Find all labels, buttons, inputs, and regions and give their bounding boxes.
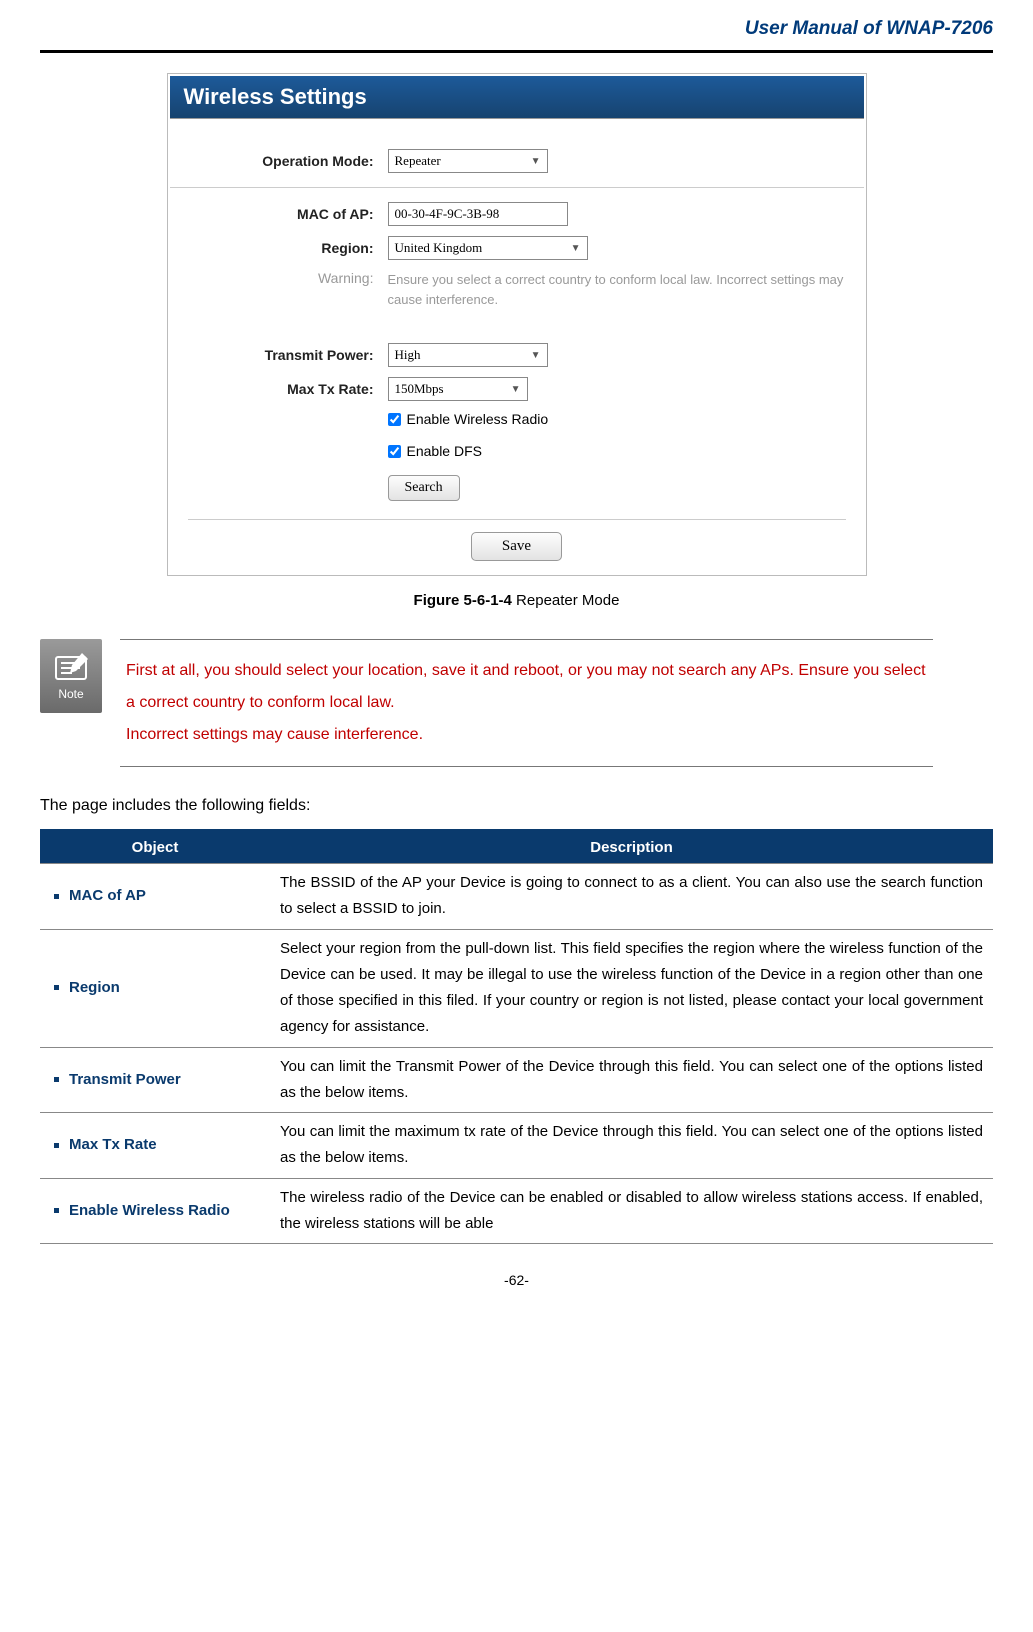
operation-mode-select[interactable]: Repeater ▼ — [388, 149, 548, 173]
note-line-2: Incorrect settings may cause interferenc… — [126, 719, 927, 751]
obj-name: Max Tx Rate — [69, 1136, 157, 1153]
wireless-settings-screenshot: Wireless Settings Operation Mode: Repeat… — [167, 73, 867, 576]
region-value: United Kingdom — [395, 240, 483, 256]
enable-wireless-radio-label: Enable Wireless Radio — [407, 411, 549, 427]
row-enable-wireless-radio: Enable Wireless Radio — [188, 411, 846, 433]
obj-name: MAC of AP — [69, 887, 146, 904]
transmit-power-value: High — [395, 347, 421, 363]
obj-desc: The wireless radio of the Device can be … — [270, 1178, 993, 1244]
table-row: Region Select your region from the pull-… — [40, 929, 993, 1047]
row-enable-dfs: Enable DFS — [188, 443, 846, 465]
label-mac-of-ap: MAC of AP: — [188, 206, 388, 222]
save-button[interactable]: Save — [471, 532, 562, 561]
header-rule — [40, 50, 993, 53]
note-block: Note First at all, you should select you… — [40, 639, 933, 767]
figure-number: Figure 5-6-1-4 — [414, 592, 512, 609]
figure-caption-text: Repeater Mode — [512, 592, 620, 609]
label-operation-mode: Operation Mode: — [188, 153, 388, 169]
chevron-down-icon: ▼ — [531, 350, 541, 361]
enable-wireless-radio-checkbox[interactable] — [388, 413, 401, 426]
note-icon: Note — [40, 639, 102, 713]
obj-desc: Select your region from the pull-down li… — [270, 929, 993, 1047]
mac-of-ap-value: 00-30-4F-9C-3B-98 — [395, 206, 500, 222]
row-warning: Warning: Ensure you select a correct cou… — [188, 270, 846, 309]
note-line-1: First at all, you should select your loc… — [126, 655, 927, 719]
row-mac-of-ap: MAC of AP: 00-30-4F-9C-3B-98 — [188, 202, 846, 226]
obj-desc: You can limit the maximum tx rate of the… — [270, 1113, 993, 1179]
obj-name: Region — [69, 979, 120, 996]
table-row: Max Tx Rate You can limit the maximum tx… — [40, 1113, 993, 1179]
row-save: Save — [188, 519, 846, 561]
bullet-icon — [54, 1208, 59, 1213]
obj-name: Enable Wireless Radio — [69, 1202, 230, 1219]
panel-title: Wireless Settings — [170, 76, 864, 119]
th-object: Object — [40, 831, 270, 864]
enable-dfs-checkbox[interactable] — [388, 445, 401, 458]
label-region: Region: — [188, 240, 388, 256]
row-max-tx-rate: Max Tx Rate: 150Mbps ▼ — [188, 377, 846, 401]
table-row: Enable Wireless Radio The wireless radio… — [40, 1178, 993, 1244]
table-row: Transmit Power You can limit the Transmi… — [40, 1047, 993, 1113]
row-operation-mode: Operation Mode: Repeater ▼ — [188, 149, 846, 173]
note-icon-label: Note — [58, 687, 83, 701]
label-max-tx-rate: Max Tx Rate: — [188, 381, 388, 397]
intro-text: The page includes the following fields: — [40, 797, 993, 815]
row-transmit-power: Transmit Power: High ▼ — [188, 343, 846, 367]
search-button[interactable]: Search — [388, 475, 460, 501]
doc-header-title: User Manual of WNAP-7206 — [40, 0, 993, 50]
bullet-icon — [54, 1077, 59, 1082]
figure-caption: Figure 5-6-1-4 Repeater Mode — [40, 592, 993, 609]
max-tx-rate-select[interactable]: 150Mbps ▼ — [388, 377, 528, 401]
operation-mode-value: Repeater — [395, 153, 441, 169]
chevron-down-icon: ▼ — [571, 243, 581, 254]
obj-name: Transmit Power — [69, 1071, 181, 1088]
enable-dfs-label: Enable DFS — [407, 443, 482, 459]
divider — [170, 187, 864, 188]
region-select[interactable]: United Kingdom ▼ — [388, 236, 588, 260]
chevron-down-icon: ▼ — [531, 156, 541, 167]
label-transmit-power: Transmit Power: — [188, 347, 388, 363]
row-region: Region: United Kingdom ▼ — [188, 236, 846, 260]
bullet-icon — [54, 1143, 59, 1148]
obj-desc: You can limit the Transmit Power of the … — [270, 1047, 993, 1113]
bullet-icon — [54, 985, 59, 990]
fields-table: Object Description MAC of AP The BSSID o… — [40, 829, 993, 1244]
note-content: First at all, you should select your loc… — [120, 639, 933, 767]
obj-desc: The BSSID of the AP your Device is going… — [270, 864, 993, 930]
pencil-note-icon — [52, 651, 90, 683]
table-row: MAC of AP The BSSID of the AP your Devic… — [40, 864, 993, 930]
label-warning: Warning: — [188, 270, 388, 286]
chevron-down-icon: ▼ — [511, 384, 521, 395]
transmit-power-select[interactable]: High ▼ — [388, 343, 548, 367]
warning-text: Ensure you select a correct country to c… — [388, 270, 846, 309]
row-search: Search — [188, 475, 846, 501]
th-description: Description — [270, 831, 993, 864]
max-tx-rate-value: 150Mbps — [395, 381, 444, 397]
bullet-icon — [54, 894, 59, 899]
page-footer: -62- — [40, 1272, 993, 1288]
mac-of-ap-input[interactable]: 00-30-4F-9C-3B-98 — [388, 202, 568, 226]
